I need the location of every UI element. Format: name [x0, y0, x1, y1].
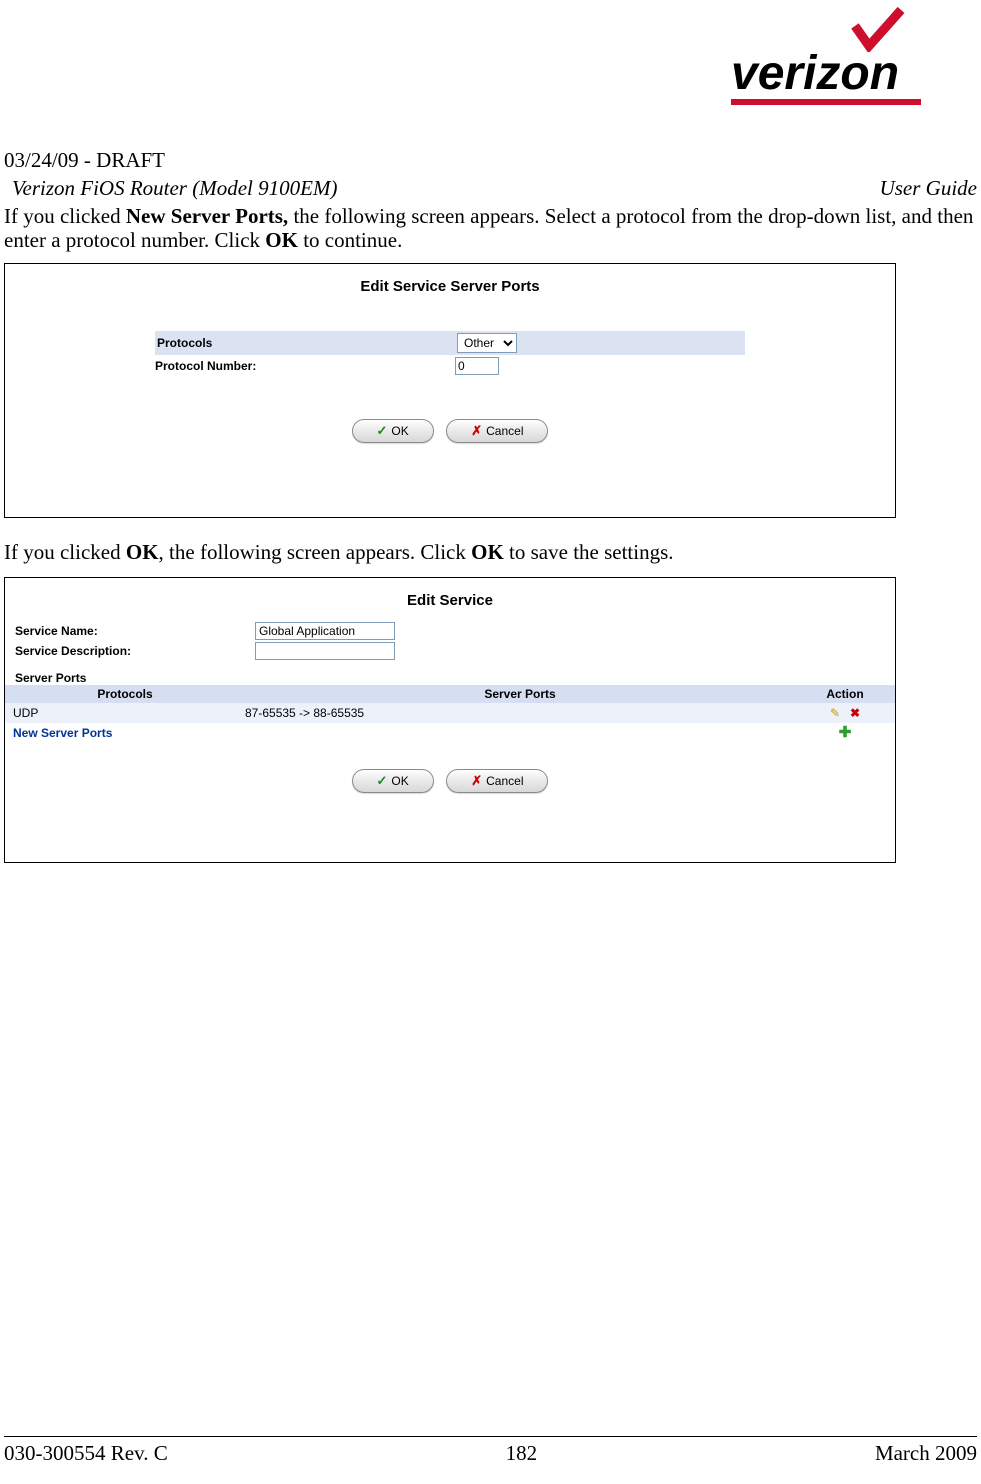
server-ports-label: Server Ports [5, 671, 895, 685]
row-ports: 87-65535 -> 88-65535 [245, 704, 795, 722]
add-icon[interactable] [837, 725, 853, 741]
service-description-input[interactable] [255, 642, 395, 660]
ports-row-new: New Server Ports [5, 723, 895, 743]
ok-button[interactable]: ✓OK [352, 419, 434, 443]
cancel-button[interactable]: ✗ Cancel [446, 769, 548, 793]
x-icon: ✗ [471, 423, 482, 438]
footer-revision: 030-300554 Rev. C [4, 1441, 168, 1466]
p2-b2: OK [471, 540, 504, 564]
col-server-ports: Server Ports [245, 685, 795, 703]
delete-icon[interactable] [847, 705, 863, 721]
panel2-title: Edit Service [5, 578, 895, 621]
p2-t1: If you clicked [4, 540, 126, 564]
paragraph-2: If you clicked OK, the following screen … [4, 540, 977, 564]
p1-t1: If you clicked [4, 204, 126, 228]
draft-date-line: 03/24/09 - DRAFT [4, 148, 165, 173]
verizon-check-icon [851, 6, 907, 52]
ok-label: OK [391, 424, 408, 438]
edit-service-panel: Edit Service Service Name: Service Descr… [4, 577, 896, 863]
service-name-label: Service Name: [15, 624, 255, 638]
footer-date: March 2009 [875, 1441, 977, 1466]
protocol-number-input[interactable] [455, 357, 499, 375]
edit-icon[interactable] [827, 705, 843, 721]
ports-row-udp: UDP 87-65535 -> 88-65535 [5, 703, 895, 723]
check-icon: ✓ [377, 773, 388, 788]
cancel-button[interactable]: ✗ Cancel [446, 419, 548, 443]
paragraph-1: If you clicked New Server Ports, the fol… [4, 204, 977, 252]
protocols-label: Protocols [157, 336, 457, 350]
protocols-select[interactable]: Other [457, 333, 517, 353]
service-name-input[interactable] [255, 622, 395, 640]
col-protocols: Protocols [5, 685, 245, 703]
model-line: Verizon FiOS Router (Model 9100EM) [4, 176, 337, 201]
protocol-number-label: Protocol Number: [155, 359, 455, 373]
ports-table-header: Protocols Server Ports Action [5, 685, 895, 703]
verizon-logo: verizon [731, 10, 921, 105]
x-icon: ✗ [471, 773, 482, 788]
p1-b1: New Server Ports, [126, 204, 288, 228]
panel1-title: Edit Service Server Ports [5, 264, 895, 307]
cancel-label: Cancel [486, 424, 523, 438]
col-action: Action [795, 685, 895, 703]
user-guide-label: User Guide [880, 176, 977, 201]
row-proto: UDP [5, 704, 245, 722]
p1-b2: OK [265, 228, 298, 252]
p2-t2: , the following screen appears. Click [159, 540, 472, 564]
p2-t3: to save the settings. [504, 540, 674, 564]
cancel-label: Cancel [486, 774, 523, 788]
new-server-ports-link[interactable]: New Server Ports [13, 726, 112, 740]
row-ports-empty [245, 731, 795, 735]
p2-b1: OK [126, 540, 159, 564]
p1-t3: to continue. [298, 228, 402, 252]
check-icon: ✓ [377, 423, 388, 438]
ok-button[interactable]: ✓OK [352, 769, 434, 793]
ok-label: OK [391, 774, 408, 788]
footer-page-number: 182 [506, 1441, 538, 1466]
edit-service-server-ports-panel: Edit Service Server Ports Protocols Othe… [4, 263, 896, 518]
service-description-label: Service Description: [15, 644, 255, 658]
